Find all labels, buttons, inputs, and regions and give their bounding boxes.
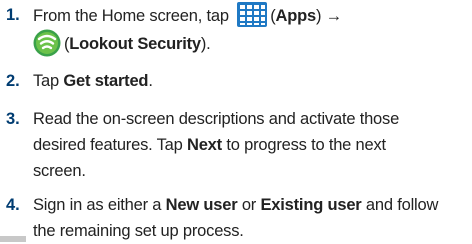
lookout-security-icon bbox=[33, 29, 61, 57]
step-text-line-2: (Lookout Security). bbox=[33, 29, 469, 57]
step-text: Tap Get started. bbox=[33, 68, 469, 94]
step-number: 1. bbox=[6, 6, 20, 24]
lookout-security-label: Lookout Security bbox=[69, 35, 201, 53]
step-text-line-1: Read the on-screen descriptions and acti… bbox=[33, 110, 400, 128]
step-text-part: . bbox=[148, 72, 153, 90]
step-text-part: and follow bbox=[365, 196, 439, 214]
step-text-line-3: screen. bbox=[33, 162, 86, 180]
step-text-line-2: the remaining set up process. bbox=[33, 222, 244, 240]
step-text-line-2: desired features. Tap Next to progress t… bbox=[33, 132, 469, 158]
document-page: 1. From the Home screen, tap (Apps) → (L… bbox=[0, 0, 472, 244]
step-text-part: Tap bbox=[33, 72, 60, 90]
next-label: Next bbox=[186, 136, 222, 154]
margin-rule bbox=[0, 236, 26, 242]
get-started-label: Get started bbox=[63, 72, 149, 90]
existing-user-label: Existing user bbox=[260, 196, 362, 214]
step-text-part: desired features. Tap bbox=[33, 136, 183, 154]
step-text-part: to progress to the next bbox=[226, 136, 386, 154]
apps-label: Apps bbox=[275, 7, 317, 25]
step-text-part: ). bbox=[200, 35, 211, 53]
step-number: 2. bbox=[6, 72, 20, 90]
step-text: From the Home screen, tap (Apps) → bbox=[33, 2, 469, 29]
step-number: 4. bbox=[6, 196, 20, 214]
step-text-part: From the Home screen, tap bbox=[33, 7, 229, 25]
new-user-label: New user bbox=[165, 196, 238, 214]
step-text-part: Sign in as either a bbox=[33, 196, 162, 214]
step-text-line-1: Sign in as either a New user or Existing… bbox=[33, 192, 469, 218]
apps-grid-icon bbox=[237, 2, 268, 27]
step-number: 3. bbox=[6, 110, 20, 128]
step-text-part: or bbox=[241, 196, 257, 214]
step-text-part: ) → bbox=[315, 7, 342, 25]
